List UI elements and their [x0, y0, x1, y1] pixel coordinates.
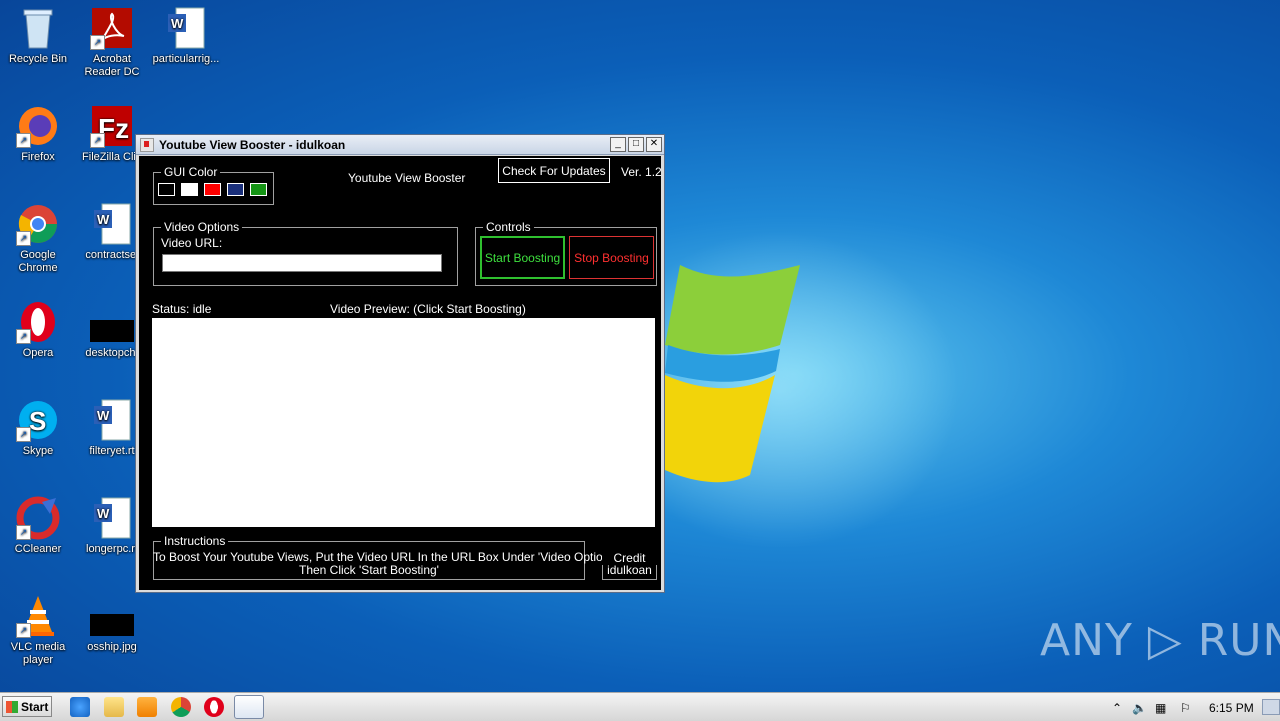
desktop-icon-acrobat[interactable]: ↗ Acrobat Reader DC	[74, 6, 150, 79]
instructions-line-1: To Boost Your Youtube Views, Put the Vid…	[153, 550, 618, 564]
desktop-icon-label: Firefox	[21, 151, 55, 163]
opera-icon: ↗	[16, 300, 60, 344]
desktop-icon-label: Google Chrome	[18, 249, 58, 274]
skype-icon: S ↗	[16, 398, 60, 442]
acrobat-icon: ↗	[90, 6, 134, 50]
controls-legend: Controls	[483, 220, 534, 234]
color-swatch-black[interactable]	[158, 183, 175, 196]
app-icon	[140, 137, 154, 152]
desktop-icon-firefox[interactable]: ↗ Firefox	[0, 104, 76, 164]
volume-icon[interactable]: 🔈	[1132, 701, 1147, 715]
desktop-icon-label: Acrobat Reader DC	[84, 53, 140, 78]
shortcut-arrow-icon: ↗	[16, 525, 31, 540]
start-boosting-button[interactable]: Start Boosting	[480, 236, 565, 279]
svg-text:W: W	[97, 408, 110, 423]
desktop-icon-recycle-bin[interactable]: Recycle Bin	[0, 6, 76, 66]
show-desktop-button[interactable]	[1262, 699, 1280, 715]
image-file-icon	[90, 300, 134, 344]
color-swatch-green[interactable]	[250, 183, 267, 196]
youtube-booster-taskbar-button[interactable]	[234, 695, 264, 719]
desktop-icon-word-doc[interactable]: W particularrig...	[148, 6, 224, 66]
word-document-icon: W	[90, 496, 134, 540]
media-player-icon[interactable]	[137, 697, 157, 717]
instructions-line-2: Then Click 'Start Boosting'	[299, 563, 439, 577]
filezilla-icon: Fz ↗	[90, 104, 134, 148]
shortcut-arrow-icon: ↗	[90, 133, 105, 148]
file-explorer-icon[interactable]	[104, 697, 124, 717]
action-center-flag-icon[interactable]: ⚐	[1180, 701, 1191, 715]
desktop-icon-label: CCleaner	[14, 543, 62, 555]
desktop-icon-label: Recycle Bin	[8, 53, 68, 65]
desktop-icon-image-file[interactable]: osship.jpg	[74, 594, 150, 654]
close-button[interactable]: ✕	[646, 137, 662, 152]
color-swatch-blue[interactable]	[227, 183, 244, 196]
maximize-button[interactable]: □	[628, 137, 644, 152]
app-name-label: Youtube View Booster	[348, 171, 466, 185]
chrome-icon: ↗	[16, 202, 60, 246]
network-icon[interactable]: ▦	[1155, 701, 1166, 715]
desktop-icon-label: VLC media player	[10, 641, 66, 666]
desktop-icon-label: Skype	[22, 445, 54, 457]
window-titlebar[interactable]: Youtube View Booster - idulkoan _ □ ✕	[136, 135, 664, 155]
clock[interactable]: 6:15 PM	[1209, 701, 1254, 715]
svg-text:W: W	[171, 16, 184, 31]
desktop-icon-chrome[interactable]: ↗ Google Chrome	[0, 202, 76, 275]
ccleaner-icon: ↗	[16, 496, 60, 540]
desktop-icon-label: particularrig...	[152, 53, 220, 65]
taskbar: Start ⌃ 🔈 ▦ ⚐ 6:15 PM	[0, 692, 1280, 721]
stop-boosting-button[interactable]: Stop Boosting	[569, 236, 654, 279]
video-url-label: Video URL:	[161, 236, 223, 250]
gui-color-legend: GUI Color	[161, 165, 221, 179]
status-label: Status: idle	[152, 302, 212, 316]
app-client-area: GUI Color Youtube View Booster Check For…	[139, 156, 662, 590]
desktop-icon-label: osship.jpg	[87, 641, 137, 653]
color-swatch-white[interactable]	[181, 183, 198, 196]
desktop-icon-vlc[interactable]: ↗ VLC media player	[0, 594, 76, 667]
video-options-legend: Video Options	[161, 220, 243, 234]
video-preview-area	[152, 318, 655, 527]
check-for-updates-button[interactable]: Check For Updates	[498, 158, 610, 183]
shortcut-arrow-icon: ↗	[16, 427, 31, 442]
windows-logo-icon	[645, 265, 800, 483]
shortcut-arrow-icon: ↗	[90, 35, 105, 50]
shortcut-arrow-icon: ↗	[16, 329, 31, 344]
word-document-icon: W	[164, 6, 208, 50]
shortcut-arrow-icon: ↗	[16, 231, 31, 246]
video-preview-label: Video Preview: (Click Start Boosting)	[330, 302, 526, 316]
anyrun-watermark: ANY ▷ RUN	[1040, 615, 1280, 666]
svg-text:W: W	[97, 212, 110, 227]
color-swatch-red[interactable]	[204, 183, 221, 196]
start-button[interactable]: Start	[2, 696, 52, 717]
word-document-icon: W	[90, 398, 134, 442]
image-file-icon	[90, 594, 134, 638]
app-window[interactable]: Youtube View Booster - idulkoan _ □ ✕ GU…	[135, 134, 665, 593]
recycle-bin-icon	[16, 6, 60, 50]
desktop-icon-label: Opera	[22, 347, 54, 359]
desktop-icon-skype[interactable]: S ↗ Skype	[0, 398, 76, 458]
svg-text:S: S	[29, 406, 46, 436]
word-document-icon: W	[90, 202, 134, 246]
vlc-cone-icon: ↗	[16, 594, 60, 638]
window-title: Youtube View Booster - idulkoan	[159, 137, 346, 152]
show-hidden-icons-icon[interactable]: ⌃	[1112, 701, 1122, 715]
shortcut-arrow-icon: ↗	[16, 133, 31, 148]
shortcut-arrow-icon: ↗	[16, 623, 31, 638]
svg-text:W: W	[97, 506, 110, 521]
internet-explorer-icon[interactable]	[70, 697, 90, 717]
chrome-taskbar-icon[interactable]	[171, 697, 191, 717]
desktop-icon-ccleaner[interactable]: ↗ CCleaner	[0, 496, 76, 556]
instructions-legend: Instructions	[161, 534, 229, 548]
desktop-icon-opera[interactable]: ↗ Opera	[0, 300, 76, 360]
opera-taskbar-icon[interactable]	[204, 697, 224, 717]
firefox-icon: ↗	[16, 104, 60, 148]
credit-name: idulkoan	[607, 563, 652, 577]
minimize-button[interactable]: _	[610, 137, 626, 152]
version-label: Ver. 1.2	[621, 165, 662, 179]
video-url-input[interactable]	[162, 254, 442, 272]
